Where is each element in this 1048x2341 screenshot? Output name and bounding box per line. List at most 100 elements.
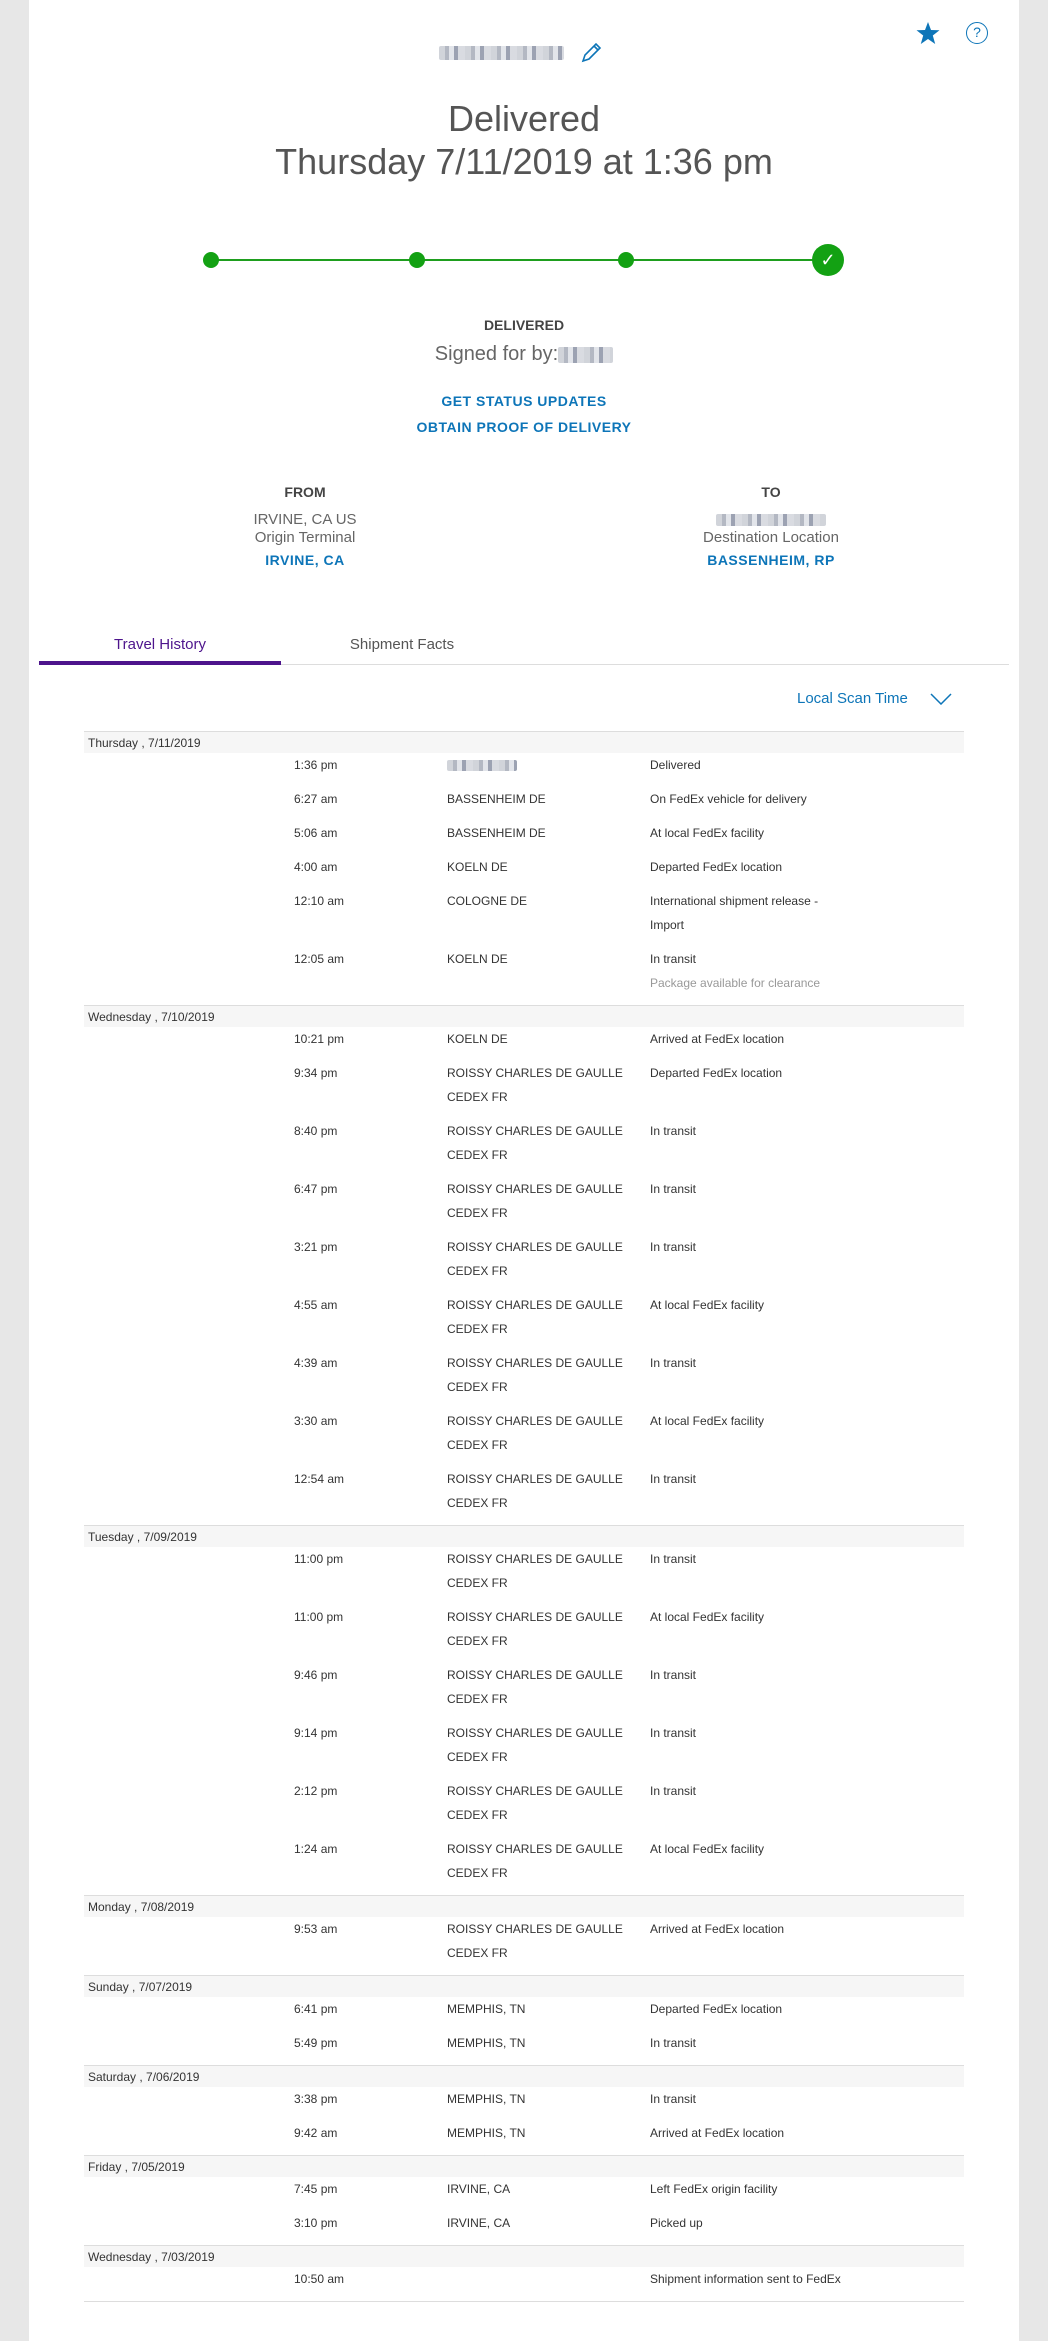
status-heading: Delivered: [447, 98, 601, 139]
event-location: ROISSY CHARLES DE GAULLE CEDEX FR: [447, 1182, 623, 1220]
edit-pencil-icon[interactable]: [578, 40, 604, 66]
event-description: In transit: [650, 1124, 697, 1138]
delivered-label: DELIVERED: [483, 317, 565, 333]
history-event-row: 9:53 am ROISSY CHARLES DE GAULLE CEDEX FR…: [84, 1917, 964, 1975]
favorite-star-icon[interactable]: [915, 20, 941, 46]
event-time: 10:21 pm: [294, 1032, 345, 1046]
chevron-down-icon: [930, 692, 952, 705]
history-event-row: 3:30 am ROISSY CHARLES DE GAULLE CEDEX FR…: [84, 1409, 964, 1467]
event-location: MEMPHIS, TN: [447, 2002, 526, 2016]
event-description: In transit: [650, 1240, 697, 1254]
event-description: Departed FedEx location: [650, 1066, 783, 1080]
history-event-row: 12:05 am KOELN DE In transit Package availa…: [84, 947, 964, 1005]
progress-line: [211, 259, 832, 261]
signed-for: Signed for by:: [29, 343, 1019, 366]
history-event-row: 9:14 pm ROISSY CHARLES DE GAULLE CEDEX FR…: [84, 1721, 964, 1779]
from-city-link[interactable]: IRVINE, CA: [155, 551, 455, 569]
history-event-row: 9:46 pm ROISSY CHARLES DE GAULLE CEDEX FR…: [84, 1663, 964, 1721]
history-event-row: 6:27 am BASSENHEIM DE On FedEx vehicle for…: [84, 787, 964, 821]
event-location: IRVINE, CA: [447, 2216, 511, 2230]
event-description: At local FedEx facility: [650, 1298, 765, 1312]
event-time: 7:45 pm: [294, 2182, 338, 2196]
event-description: In transit: [650, 2092, 697, 2106]
history-event-row: 12:10 am COLOGNE DE International shipment…: [84, 889, 964, 947]
event-time: 9:42 am: [294, 2126, 338, 2140]
event-time: 9:14 pm: [294, 1726, 338, 1740]
event-time: 2:12 pm: [294, 1784, 338, 1798]
tracking-number: [439, 40, 604, 66]
to-city-link[interactable]: BASSENHEIM, RP: [621, 551, 921, 569]
event-location: ROISSY CHARLES DE GAULLE CEDEX FR: [447, 1726, 623, 1764]
event-time: 9:53 am: [294, 1922, 338, 1936]
history-day-header: Sunday , 7/07/2019: [84, 1975, 964, 1997]
event-description: Arrived at FedEx location: [650, 1032, 785, 1046]
event-location: KOELN DE: [447, 952, 508, 966]
proof-of-delivery-link[interactable]: OBTAIN PROOF OF DELIVERY: [29, 419, 1019, 435]
history-day-header: Saturday , 7/06/2019: [84, 2065, 964, 2087]
event-location: ROISSY CHARLES DE GAULLE CEDEX FR: [447, 1922, 623, 1960]
history-event-row: 1:36 pm Delivered: [84, 753, 964, 787]
history-event-row: 5:06 am BASSENHEIM DE At local FedEx facil…: [84, 821, 964, 855]
event-time: 3:21 pm: [294, 1240, 338, 1254]
event-description: In transit: [650, 1552, 697, 1566]
redacted-tracking-number: [439, 46, 564, 60]
event-time: 8:40 pm: [294, 1124, 338, 1138]
tab-bar: Travel History Shipment Facts: [39, 625, 1009, 665]
progress-step-2: [409, 252, 425, 268]
history-event-row: 10:50 am Shipment information sent to Fed…: [84, 2267, 964, 2301]
event-time: 5:06 am: [294, 826, 338, 840]
event-location: ROISSY CHARLES DE GAULLE CEDEX FR: [447, 1124, 623, 1162]
event-time: 3:30 am: [294, 1414, 338, 1428]
history-day-header: Monday , 7/08/2019: [84, 1895, 964, 1917]
history-event-row: 3:38 pm MEMPHIS, TN In transit: [84, 2087, 964, 2121]
event-location: [447, 753, 657, 779]
event-description: In transit: [650, 1472, 697, 1486]
event-time: 4:55 am: [294, 1298, 338, 1312]
history-event-row: 9:34 pm ROISSY CHARLES DE GAULLE CEDEX FR…: [84, 1061, 964, 1119]
redacted-recipient: [716, 514, 826, 526]
history-event-row: 4:55 am ROISSY CHARLES DE GAULLE CEDEX FR…: [84, 1293, 964, 1351]
event-description: Arrived at FedEx location: [650, 1922, 785, 1936]
to-line-1: [621, 511, 921, 529]
delivery-datetime: Thursday 7/11/2019 at 1:36 pm: [275, 141, 773, 182]
event-time: 10:50 am: [294, 2272, 345, 2286]
event-time: 3:38 pm: [294, 2092, 338, 2106]
event-description: In transit: [650, 1668, 697, 1682]
local-scan-time-toggle[interactable]: Local Scan Time: [797, 690, 952, 707]
event-location: COLOGNE DE: [447, 894, 528, 908]
tab-shipment-facts[interactable]: Shipment Facts: [281, 625, 523, 665]
history-event-row: 5:49 pm MEMPHIS, TN In transit: [84, 2031, 964, 2065]
event-location: ROISSY CHARLES DE GAULLE CEDEX FR: [447, 1356, 623, 1394]
event-time: 12:10 am: [294, 894, 345, 908]
event-description: In transit: [650, 1726, 697, 1740]
event-description: At local FedEx facility: [650, 1610, 765, 1624]
event-subnote: Package available for clearance: [650, 976, 821, 990]
from-line-2: Origin Terminal: [254, 529, 356, 546]
history-event-row: 8:40 pm ROISSY CHARLES DE GAULLE CEDEX FR…: [84, 1119, 964, 1177]
history-event-row: 11:00 pm ROISSY CHARLES DE GAULLE CEDEX F…: [84, 1605, 964, 1663]
event-description: In transit: [650, 1356, 697, 1370]
get-status-updates-link[interactable]: GET STATUS UPDATES: [29, 393, 1019, 409]
event-description: At local FedEx facility: [650, 1414, 765, 1428]
event-time: 9:46 pm: [294, 1668, 338, 1682]
event-time: 6:27 am: [294, 792, 338, 806]
tab-travel-history[interactable]: Travel History: [39, 625, 281, 665]
history-event-row: 12:54 am ROISSY CHARLES DE GAULLE CEDEX F…: [84, 1467, 964, 1525]
event-time: 1:36 pm: [294, 758, 338, 772]
event-time: 3:10 pm: [294, 2216, 338, 2230]
tracking-page: ? Delivered Thursday 7/11/2019 at 1:36 p…: [29, 0, 1019, 2341]
event-location: BASSENHEIM DE: [447, 792, 546, 806]
history-event-row: 4:00 am KOELN DE Departed FedEx location: [84, 855, 964, 889]
event-time: 6:41 pm: [294, 2002, 338, 2016]
event-time: 4:39 am: [294, 1356, 338, 1370]
event-location: KOELN DE: [447, 1032, 508, 1046]
history-day-header: Thursday , 7/11/2019: [84, 731, 964, 753]
history-day-header: Wednesday , 7/03/2019: [84, 2245, 964, 2267]
event-time: 12:05 am: [294, 952, 345, 966]
event-location: ROISSY CHARLES DE GAULLE CEDEX FR: [447, 1668, 623, 1706]
from-line-1: IRVINE, CA US: [253, 511, 357, 528]
to-heading: TO: [761, 484, 781, 500]
checkmark-icon: ✓: [812, 244, 844, 276]
help-icon[interactable]: ?: [966, 22, 988, 44]
to-line-2: Destination Location: [703, 529, 839, 546]
